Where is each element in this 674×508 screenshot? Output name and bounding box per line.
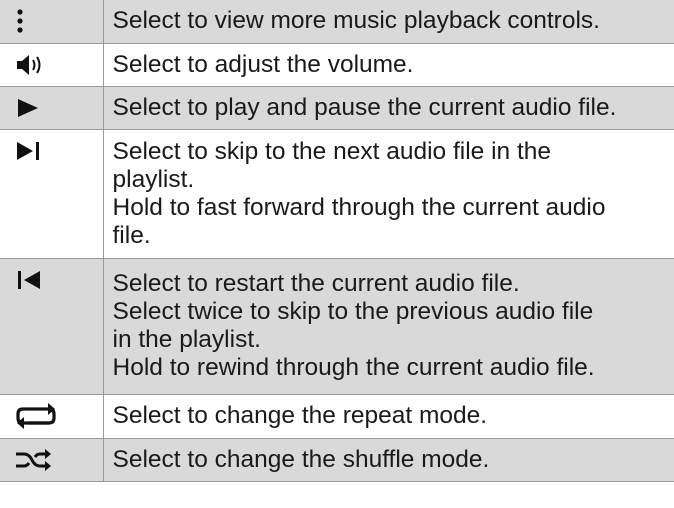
- description-line: Hold to fast forward through the current…: [112, 193, 606, 221]
- icon-cell: [0, 438, 104, 482]
- icon-cell: [0, 43, 104, 87]
- description-line: playlist.: [112, 165, 195, 193]
- repeat-icon: [16, 402, 56, 429]
- icon-cell: [0, 394, 104, 439]
- icon-cell: [0, 129, 104, 259]
- skip-next-icon: [17, 141, 39, 160]
- music-controls-table: Select to view more music playback contr…: [0, 0, 674, 482]
- table-row: Select to view more music playback contr…: [0, 0, 674, 44]
- icon-cell: [0, 0, 104, 44]
- icon-cell: [0, 258, 104, 395]
- table-row: Select to change the repeat mode.: [0, 394, 674, 439]
- description-line: Select to adjust the volume.: [112, 50, 414, 78]
- shuffle-icon: [16, 448, 51, 471]
- description-line: in the playlist.: [112, 326, 261, 353]
- description-cell: Select to restart the current audio file…: [103, 258, 674, 395]
- description-line: Select to change the shuffle mode.: [112, 445, 490, 473]
- description-cell: Select to adjust the volume.: [103, 43, 674, 87]
- description-line: Hold to rewind through the current audio…: [112, 354, 595, 381]
- description-line: Select twice to skip to the previous aud…: [112, 298, 594, 325]
- skip-previous-icon: [18, 270, 40, 289]
- volume-icon: [17, 54, 41, 75]
- table-row: Select to play and pause the current aud…: [0, 86, 674, 130]
- more-vertical-icon: [17, 9, 23, 33]
- description-line: Select to play and pause the current aud…: [112, 93, 617, 121]
- icon-cell: [0, 86, 104, 130]
- table-row: Select to adjust the volume.: [0, 43, 674, 87]
- table-row: Select to change the shuffle mode.: [0, 438, 674, 482]
- description-line: file.: [112, 221, 151, 249]
- table-row: Select to restart the current audio file…: [0, 258, 674, 395]
- table-row: Select to skip to the next audio file in…: [0, 129, 674, 259]
- description-line: Select to restart the current audio file…: [112, 270, 520, 297]
- description-line: Select to skip to the next audio file in…: [112, 137, 552, 165]
- description-line: Select to view more music playback contr…: [112, 7, 600, 35]
- description-cell: Select to skip to the next audio file in…: [103, 129, 674, 259]
- play-icon: [18, 98, 38, 117]
- description-cell: Select to change the shuffle mode.: [103, 438, 674, 482]
- description-cell: Select to view more music playback contr…: [103, 0, 674, 44]
- description-line: Select to change the repeat mode.: [112, 402, 488, 429]
- description-cell: Select to play and pause the current aud…: [103, 86, 674, 130]
- description-cell: Select to change the repeat mode.: [103, 394, 674, 439]
